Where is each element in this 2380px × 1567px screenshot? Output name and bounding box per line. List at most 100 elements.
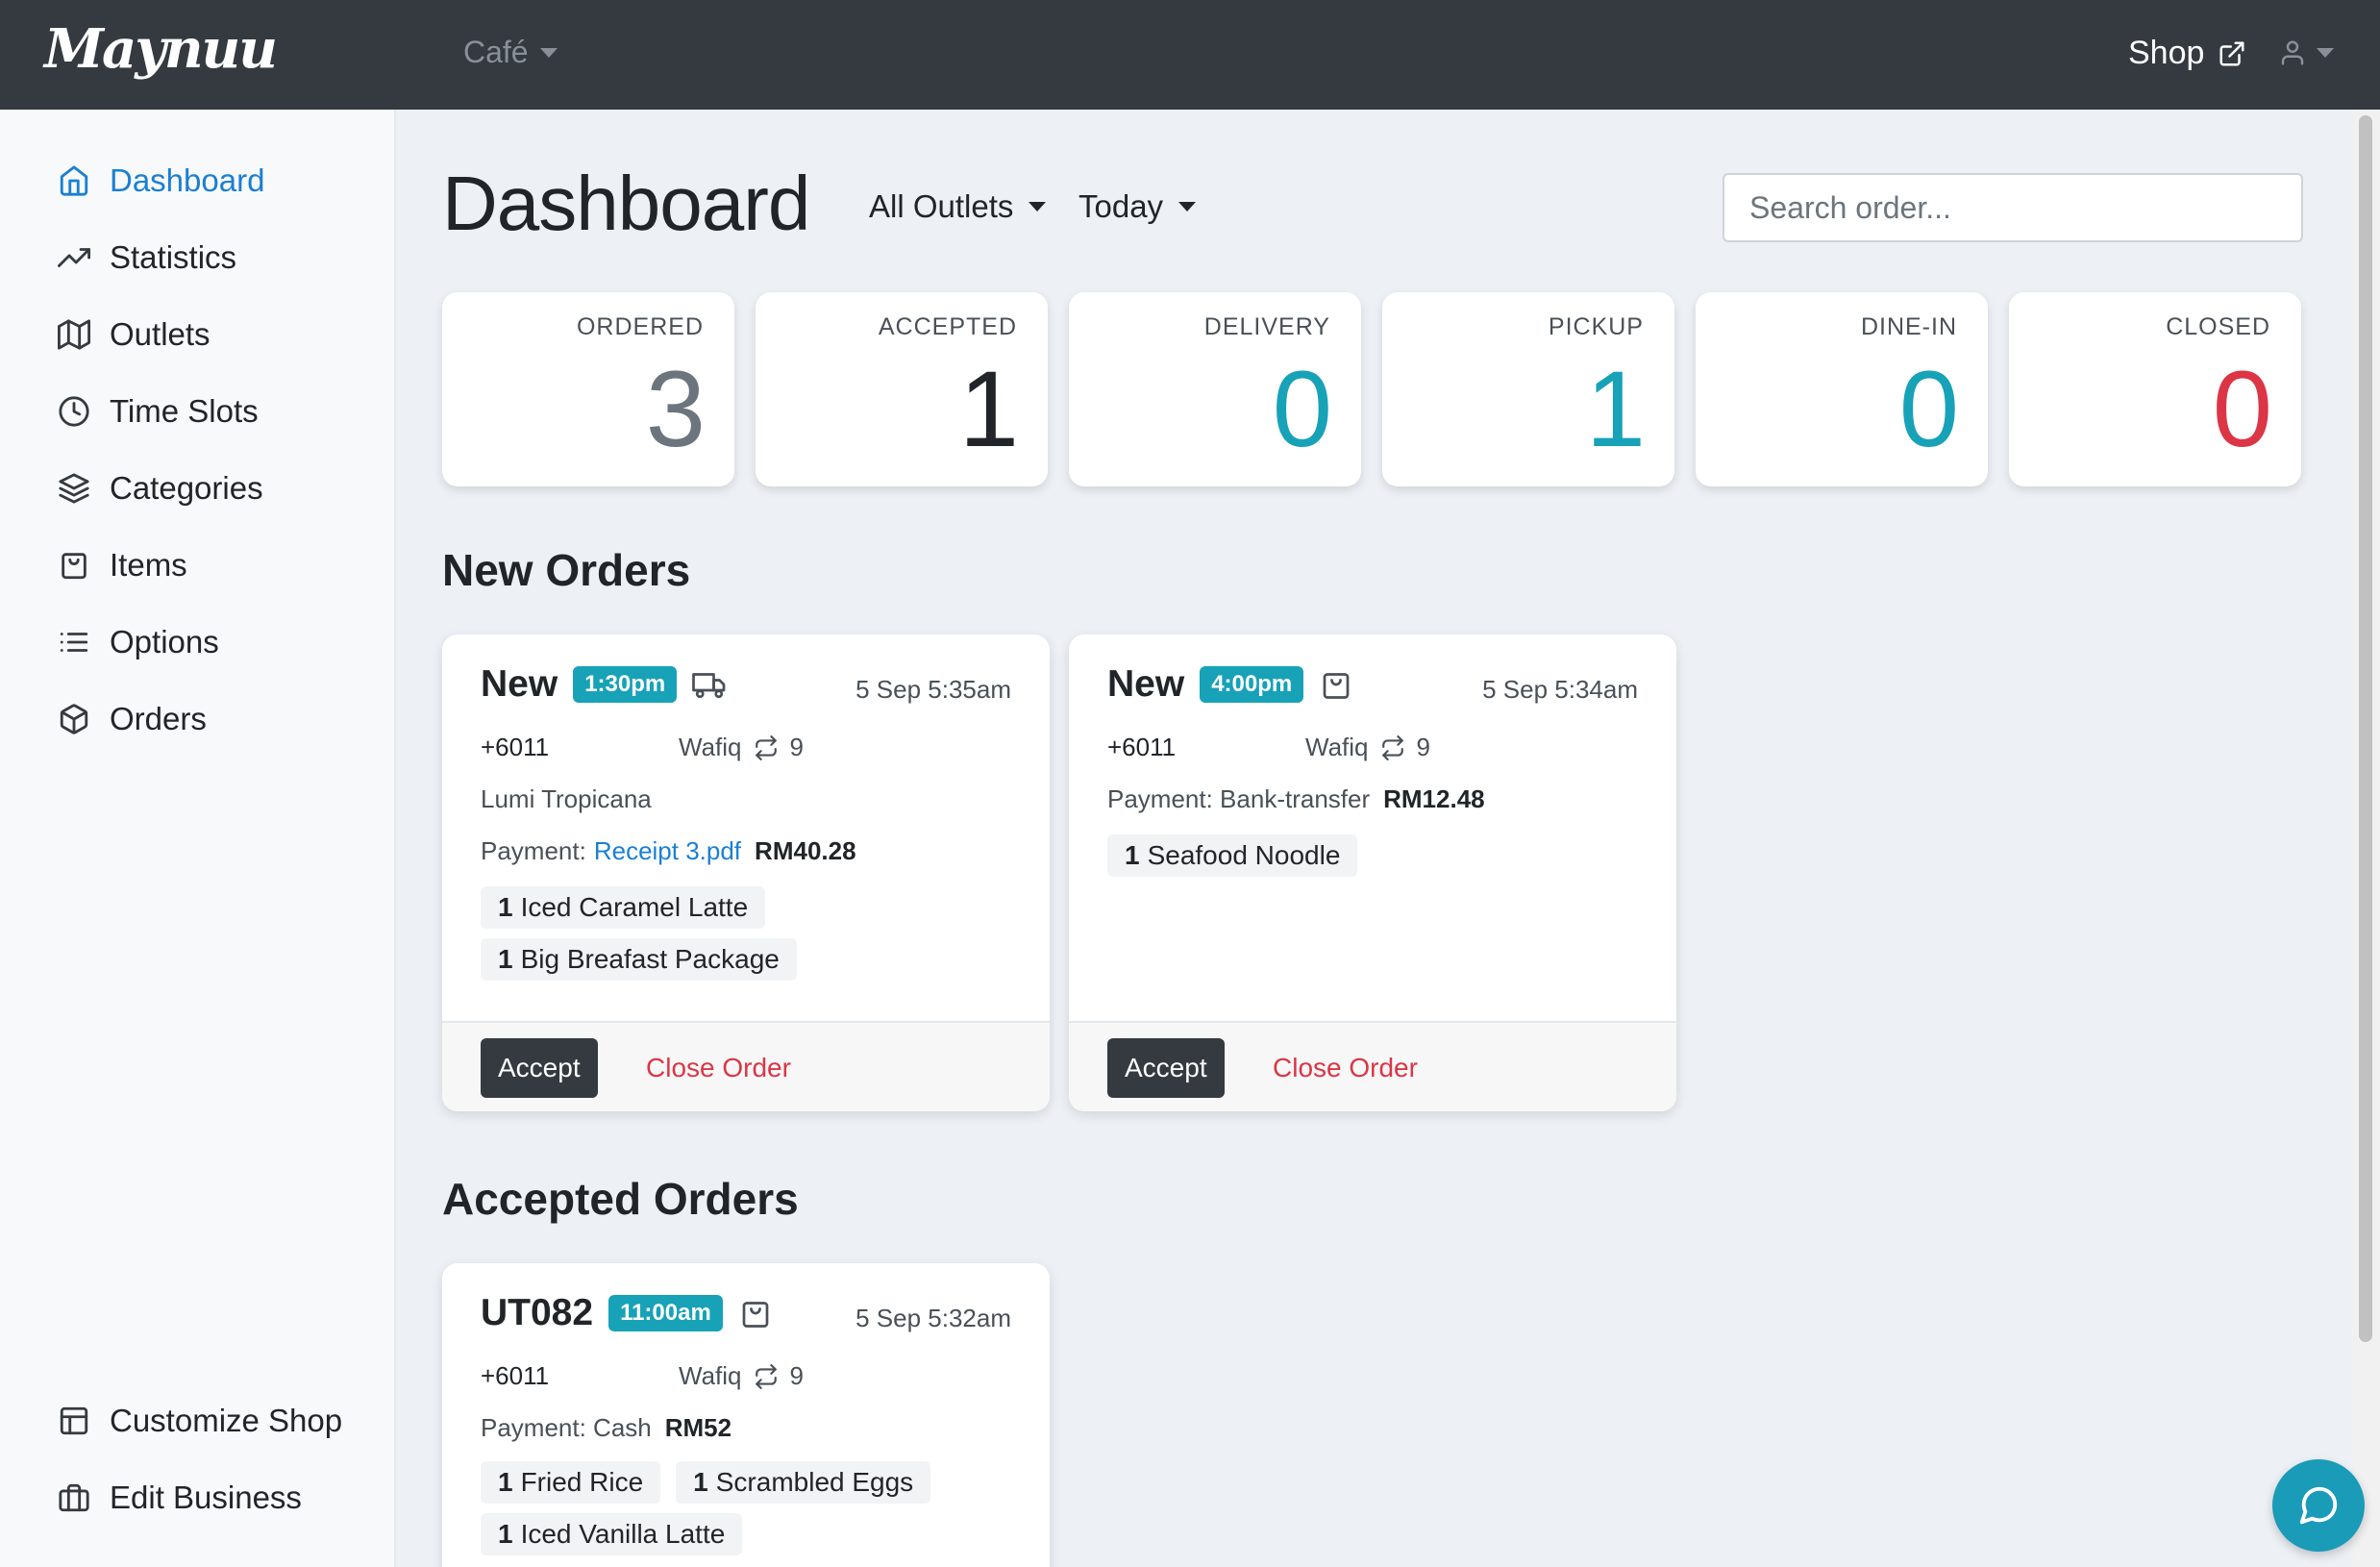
brand-logo[interactable]: Maynuu	[44, 17, 278, 81]
clock-icon	[59, 396, 89, 427]
sidebar-item-orders[interactable]: Orders	[58, 690, 207, 748]
sidebar-item-label: Outlets	[110, 316, 211, 352]
order-card[interactable]: UT082 11:00am 5 Sep 5:32am +6011 Wafiq 9…	[442, 1263, 1050, 1567]
customer-info: Wafiq 9	[679, 733, 804, 762]
sidebar-item-options[interactable]: Options	[58, 613, 219, 671]
chat-button[interactable]	[2272, 1459, 2365, 1552]
shop-link[interactable]: Shop	[2128, 35, 2246, 72]
accept-button[interactable]: Accept	[481, 1038, 598, 1098]
sidebar-item-label: Time Slots	[110, 393, 259, 429]
caret-down-icon	[1178, 202, 1197, 211]
sidebar-item-customize-shop[interactable]: Customize Shop	[58, 1392, 342, 1450]
order-time-badge: 4:00pm	[1200, 666, 1304, 703]
sidebar-item-time-slots[interactable]: Time Slots	[58, 383, 259, 440]
stat-label: DELIVERY	[1203, 313, 1330, 340]
stat-card-accepted[interactable]: ACCEPTED 1	[756, 292, 1048, 486]
stat-label: DINE-IN	[1860, 313, 1957, 340]
home-icon	[60, 165, 88, 196]
order-time-badge: 1:30pm	[573, 666, 678, 703]
trending-up-icon	[58, 248, 90, 267]
payment-line: Payment: Receipt 3.pdf RM40.28	[481, 836, 856, 866]
shopping-bag-icon	[1323, 673, 1350, 699]
close-order-button[interactable]: Close Order	[1261, 1038, 1429, 1098]
stat-value: 3	[645, 349, 706, 469]
sidebar-item-label: Items	[110, 547, 187, 583]
item-name: Iced Caramel Latte	[520, 892, 749, 922]
sidebar-item-items[interactable]: Items	[58, 536, 187, 594]
caret-down-icon	[1029, 202, 1047, 211]
list-icon	[60, 633, 88, 652]
sidebar-item-label: Customize Shop	[110, 1403, 343, 1438]
item-name: Scrambled Eggs	[715, 1467, 914, 1497]
order-items: 1 Fried Rice 1 Scrambled Eggs 1 Iced Vanill…	[481, 1461, 1019, 1555]
sidebar-item-statistics[interactable]: Statistics	[58, 229, 236, 286]
date-filter-label: Today	[1078, 188, 1164, 224]
close-order-button[interactable]: Close Order	[634, 1038, 803, 1098]
stat-label: ORDERED	[576, 313, 704, 340]
outlet-filter-dropdown[interactable]: All Outlets	[869, 188, 1047, 225]
sidebar-item-label: Dashboard	[110, 162, 265, 198]
repeat-icon	[1381, 734, 1403, 760]
accept-button[interactable]: Accept	[1107, 1038, 1225, 1098]
date-filter-dropdown[interactable]: Today	[1078, 188, 1197, 225]
delivery-address: Lumi Tropicana	[481, 784, 652, 814]
truck-icon	[692, 673, 726, 699]
item-name: Seafood Noodle	[1147, 840, 1341, 870]
order-amount: RM12.48	[1383, 784, 1485, 813]
order-item-chip: 1 Iced Vanilla Latte	[481, 1513, 743, 1555]
layers-icon	[59, 473, 89, 504]
repeat-count: 9	[789, 1361, 804, 1390]
stat-card-dine-in[interactable]: DINE-IN 0	[1696, 292, 1988, 486]
order-amount: RM52	[664, 1413, 732, 1442]
order-amount: RM40.28	[755, 836, 856, 865]
sidebar-item-label: Categories	[110, 470, 263, 506]
receipt-link[interactable]: Receipt 3.pdf	[594, 836, 741, 866]
top-navbar: Maynuu Café Shop	[0, 0, 2380, 110]
repeat-count: 9	[1416, 733, 1430, 761]
order-status: New	[1107, 663, 1185, 705]
payment-label: Payment: Cash	[481, 1413, 652, 1442]
outlet-selector[interactable]: Café	[463, 35, 558, 70]
sidebar-item-categories[interactable]: Categories	[58, 460, 263, 517]
address-text: Lumi Tropicana	[481, 784, 652, 813]
user-menu[interactable]	[2278, 38, 2334, 67]
search-order-input[interactable]	[1723, 173, 2303, 242]
caret-down-icon	[539, 47, 558, 58]
order-card[interactable]: New 1:30pm 5 Sep 5:35am +6011 Wafiq 9 Lu…	[442, 634, 1050, 1111]
shopping-bag-icon	[62, 553, 87, 580]
item-name: Fried Rice	[520, 1467, 644, 1497]
order-item-chip: 1 Iced Caramel Latte	[481, 886, 766, 929]
payment-label: Payment:	[481, 836, 586, 865]
order-item-chip: 1 Fried Rice	[481, 1461, 661, 1504]
order-card-footer: Accept Close Order	[1069, 1021, 1676, 1111]
map-icon	[58, 319, 90, 350]
sidebar-item-outlets[interactable]: Outlets	[58, 306, 211, 363]
scrollbar-thumb[interactable]	[2359, 115, 2372, 1342]
order-header: New 4:00pm	[1107, 663, 1353, 706]
stat-card-pickup[interactable]: PICKUP 1	[1382, 292, 1674, 486]
order-header: UT082 11:00am	[481, 1292, 773, 1334]
page-title: Dashboard	[442, 161, 810, 246]
stat-value: 0	[1898, 349, 1959, 469]
payment-line: Payment: Bank-transfer RM12.48	[1107, 784, 1485, 814]
stat-card-ordered[interactable]: ORDERED 3	[442, 292, 734, 486]
stat-label: PICKUP	[1548, 313, 1644, 340]
order-card[interactable]: New 4:00pm 5 Sep 5:34am +6011 Wafiq 9 Pa…	[1069, 634, 1676, 1111]
item-qty: 1	[693, 1467, 708, 1497]
customer-name: Wafiq	[679, 1361, 742, 1390]
stat-card-delivery[interactable]: DELIVERY 0	[1069, 292, 1361, 486]
stat-card-closed[interactable]: CLOSED 0	[2009, 292, 2301, 486]
order-date: 5 Sep 5:34am	[1482, 675, 1638, 704]
order-items: 1 Seafood Noodle	[1107, 834, 1646, 877]
stat-label: CLOSED	[2166, 313, 2270, 340]
order-id: UT082	[481, 1292, 594, 1333]
sidebar-item-label: Edit Business	[110, 1480, 302, 1515]
customer-name: Wafiq	[679, 733, 742, 761]
stat-value: 0	[2212, 349, 2272, 469]
sidebar-item-dashboard[interactable]: Dashboard	[58, 152, 264, 210]
order-card-footer: Accept Close Order	[442, 1021, 1050, 1111]
item-qty: 1	[498, 944, 513, 974]
sidebar-item-edit-business[interactable]: Edit Business	[58, 1469, 302, 1527]
repeat-icon	[755, 1363, 777, 1389]
new-orders-heading: New Orders	[442, 545, 691, 595]
